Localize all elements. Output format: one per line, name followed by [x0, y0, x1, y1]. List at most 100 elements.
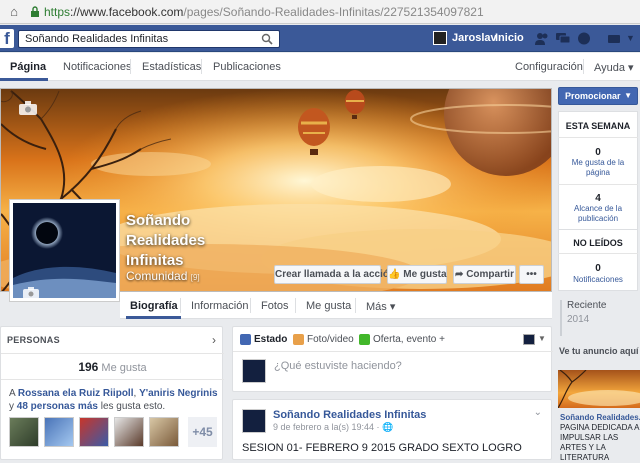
facebook-logo-icon[interactable]: f: [0, 29, 14, 48]
section-informacion[interactable]: Información: [191, 300, 248, 312]
active-tab-indicator: [0, 78, 48, 81]
more-friends-badge[interactable]: +45: [188, 417, 217, 447]
page-likes-count: 196 Me gusta: [1, 360, 224, 374]
promote-button[interactable]: Promocionar ▼: [558, 87, 638, 105]
create-call-to-action-button[interactable]: Crear llamada a la acción: [274, 265, 395, 284]
post-timestamp[interactable]: 9 de febrero a la(s) 19:44 · 🌐: [273, 422, 393, 433]
page-category-badge: [9]: [190, 273, 200, 282]
share-button-label: Compartir: [466, 269, 514, 280]
post-text: SESION 01- FEBRERO 9 2015 GRADO SEXTO LO…: [242, 442, 522, 454]
ad-title[interactable]: Soñando Realidades...: [560, 413, 640, 422]
globe-icon: 🌐: [382, 422, 394, 432]
friend-link[interactable]: Y'aniris Negrinis: [139, 388, 218, 399]
user-name-link[interactable]: Jaroslav: [452, 32, 497, 44]
like-button[interactable]: 👍 Me gusta: [387, 265, 447, 284]
offer-icon: [359, 334, 370, 345]
home-link[interactable]: Inicio: [495, 32, 524, 44]
divider: [233, 351, 553, 352]
divider: [558, 253, 638, 254]
ad-description: PAGINA DEDICADA A IMPULSAR LAS ARTES Y L…: [560, 423, 639, 462]
url-path: /pages/Soñando-Realidades-Infinitas/2275…: [183, 5, 484, 19]
section-fotos[interactable]: Fotos: [261, 300, 289, 312]
post-author-avatar[interactable]: [242, 409, 266, 433]
friends-text: y: [9, 401, 17, 412]
section-biografia[interactable]: Biografía: [130, 300, 178, 312]
section-divider: [355, 298, 356, 313]
likes-label: Me gusta: [101, 362, 147, 374]
tab-estadisticas[interactable]: Estadísticas: [142, 61, 201, 73]
section-mas-menu[interactable]: Más ▾: [366, 300, 395, 313]
friends-text: les gusta esto.: [97, 401, 166, 412]
change-cover-camera-icon[interactable]: [19, 101, 37, 115]
friend-avatar[interactable]: [9, 417, 39, 447]
timeline-year-link[interactable]: 2014: [567, 314, 638, 325]
page-likes-stat-label[interactable]: Me gusta de la página: [560, 158, 636, 178]
promote-label: Promocionar: [565, 91, 621, 101]
friend-avatar[interactable]: [149, 417, 179, 447]
timeline-recent-link[interactable]: Reciente: [567, 300, 638, 311]
friends-who-like: A Rossana ela Ruiz Riipoll, Y'aniris Neg…: [9, 387, 219, 413]
composer-input[interactable]: ¿Qué estuviste haciendo?: [274, 360, 402, 372]
friend-link[interactable]: Rossana ela Ruiz Riipoll: [18, 388, 134, 399]
friend-avatar[interactable]: [114, 417, 144, 447]
post-reach-stat-label[interactable]: Alcance de la publicación: [560, 204, 636, 224]
section-me-gusta[interactable]: Me gusta: [306, 300, 351, 312]
home-icon[interactable]: ⌂: [6, 4, 22, 20]
timeline-years: Reciente 2014: [560, 300, 638, 336]
tab-notificaciones[interactable]: Notificaciones: [63, 61, 131, 73]
search-icon[interactable]: [261, 33, 273, 45]
search-input[interactable]: [19, 31, 249, 47]
more-options-button[interactable]: •••: [519, 265, 544, 284]
section-divider: [250, 298, 251, 313]
page-category: Comunidad [9]: [126, 269, 200, 283]
ad-preview-header[interactable]: Ve tu anuncio aquí: [559, 346, 639, 356]
lock-icon: [31, 6, 39, 17]
ad-sunset-image: [558, 370, 640, 408]
friend-avatar[interactable]: [44, 417, 74, 447]
facebook-top-bar: f Jaroslav Inicio ▼: [0, 25, 640, 52]
composer-status-tab[interactable]: Estado: [254, 334, 287, 345]
page-admin-nav: Página Notificaciones Estadísticas Publi…: [0, 53, 640, 81]
active-section-indicator: [126, 316, 181, 319]
friend-avatar[interactable]: [79, 417, 109, 447]
tab-pagina[interactable]: Página: [10, 61, 46, 73]
post-as-avatar[interactable]: [523, 334, 535, 345]
like-button-label: Me gusta: [403, 269, 447, 280]
post-author-name[interactable]: Soñando Realidades Infinitas: [273, 409, 426, 421]
account-menu-chevron-icon[interactable]: ▼: [626, 33, 635, 43]
divider: [1, 379, 224, 380]
friend-requests-icon[interactable]: [535, 32, 549, 45]
timeline-post: Soñando Realidades Infinitas 9 de febrer…: [232, 399, 552, 460]
tab-divider: [583, 59, 584, 74]
section-divider: [180, 298, 181, 313]
privacy-shortcuts-icon[interactable]: [607, 32, 621, 45]
post-date: 9 de febrero a la(s) 19:44 ·: [273, 422, 383, 432]
post-as-chevron-icon[interactable]: ▼: [538, 334, 546, 343]
this-week-title: ESTA SEMANA: [565, 121, 631, 131]
notifications-stat-value: 0: [595, 263, 601, 274]
change-profile-camera-icon[interactable]: [23, 287, 39, 298]
share-arrow-icon: ➦: [455, 269, 464, 280]
notifications-stat-label[interactable]: Notificaciones: [558, 275, 638, 284]
settings-link[interactable]: Configuración: [515, 61, 583, 73]
post-options-chevron-icon[interactable]: ⌄: [534, 407, 542, 418]
composer-offer-tab[interactable]: Oferta, evento +: [373, 334, 445, 345]
likes-number: 196: [78, 360, 99, 374]
tab-publicaciones[interactable]: Publicaciones: [213, 61, 281, 73]
people-card-header[interactable]: PERSONAS: [7, 335, 60, 345]
help-menu[interactable]: Ayuda ▾: [594, 61, 634, 74]
profile-picture[interactable]: [9, 199, 120, 302]
user-avatar[interactable]: [433, 31, 447, 45]
browser-address-bar: ⌂ https://www.facebook.com/pages/Soñando…: [0, 0, 640, 24]
ad-preview-image[interactable]: [558, 370, 640, 408]
url-scheme: https: [44, 5, 71, 19]
share-button[interactable]: ➦ Compartir: [453, 265, 516, 284]
chevron-right-icon[interactable]: ›: [212, 333, 216, 347]
messages-icon[interactable]: [556, 32, 570, 45]
composer-photo-tab[interactable]: Foto/video: [307, 334, 354, 345]
url-text[interactable]: https://www.facebook.com/pages/Soñando-R…: [44, 5, 484, 19]
more-people-link[interactable]: 48 personas más: [17, 401, 98, 412]
notifications-globe-icon[interactable]: [577, 32, 591, 45]
divider: [558, 184, 638, 185]
page-title[interactable]: Soñando Realidades Infinitas: [126, 211, 246, 271]
